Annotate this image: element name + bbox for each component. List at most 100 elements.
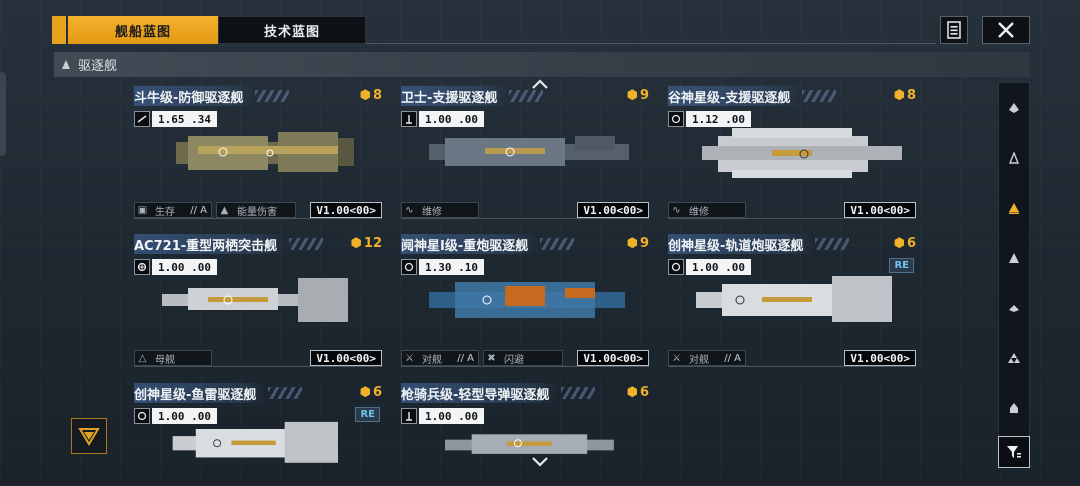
version-badge: V1.00<00> — [844, 350, 916, 366]
cruiser-class-icon — [1009, 253, 1019, 263]
ship-cost: ⬢ 8 — [894, 88, 916, 103]
filter-special[interactable] — [999, 393, 1029, 423]
cost-value: 6 — [639, 385, 649, 400]
ship-name-text: 创神星级-鱼雷驱逐舰 — [134, 387, 257, 403]
ship-name-text: 斗牛级-防御驱逐舰 — [134, 90, 244, 106]
ship-footer: ⚔ 对舰 // A V1.00<00> — [668, 350, 916, 368]
tab-accent — [52, 16, 66, 44]
tag-label: 对舰 — [689, 354, 709, 366]
carrier-class-icon — [1009, 103, 1019, 113]
cost-icon: ⬢ — [626, 385, 638, 400]
tab-tech-blueprints[interactable]: 技术蓝图 — [218, 16, 366, 44]
anti-ship-icon: ⚔ — [405, 352, 414, 364]
role-tag: ∿ 维修 — [668, 202, 746, 218]
ship-name-text: 谷神星级-支援驱逐舰 — [668, 90, 791, 106]
cost-value: 6 — [906, 236, 916, 251]
ship-image — [429, 136, 629, 166]
ship-name-text: 枪骑兵级-轻型导弹驱逐舰 — [401, 387, 550, 403]
frigate-class-icon — [1008, 152, 1020, 164]
ship-cost: ⬢ 8 — [360, 88, 382, 103]
filter-carrier[interactable] — [999, 93, 1029, 123]
version-badge: V1.00<00> — [577, 350, 649, 366]
ship-footer: △ 母舰 V1.00<00> — [134, 350, 382, 368]
fleet-emblem-icon — [78, 428, 100, 446]
tag-label: 母舰 — [155, 354, 175, 366]
role-tag: ⚔ 对舰 // A — [401, 350, 479, 366]
ship-card[interactable]: 创神星级-鱼雷驱逐舰 ⬢ 6 1.00 .00 RE — [134, 383, 382, 483]
ship-image — [172, 421, 338, 463]
tag-label: 维修 — [689, 206, 709, 218]
scale-line — [401, 218, 649, 219]
close-button[interactable] — [982, 16, 1030, 44]
cost-icon: ⬢ — [893, 88, 905, 103]
ship-name-text: 阋神星I级-重炮驱逐舰 — [401, 238, 529, 254]
version-badge: V1.00<00> — [844, 202, 916, 218]
ship-cost: ⬢ 9 — [627, 236, 649, 251]
list-button[interactable] — [940, 16, 968, 44]
ship-card[interactable]: 谷神星级-支援驱逐舰 ⬢ 8 1.12 .00 ∿ 维修 V1.00<00> — [668, 86, 916, 226]
ship-card[interactable]: 卫士-支援驱逐舰 ⬢ 9 1.00 .00 ∿ 维修 V1.00<00> — [401, 86, 649, 226]
ship-image — [445, 434, 614, 454]
ship-footer: ▣ 生存 // A ▲ 能量伤害 V1.00<00> — [134, 202, 382, 220]
ship-image — [702, 128, 902, 178]
role-tag: ✖ 闪避 — [483, 350, 563, 366]
ship-footer: ∿ 维修 V1.00<00> — [668, 202, 916, 220]
ship-cost: ⬢ 6 — [894, 236, 916, 251]
ship-card[interactable]: 阋神星I级-重炮驱逐舰 ⬢ 9 1.30 .10 ⚔ 对舰// A ✖ 闪避 V1.0… — [401, 234, 649, 374]
ship-footer: ∿ 维修 V1.00<00> — [401, 202, 649, 220]
ship-cost: ⬢ 6 — [360, 385, 382, 400]
ship-name-text: 卫士-支援驱逐舰 — [401, 90, 498, 106]
role-tag: ▲ 能量伤害 — [216, 202, 296, 218]
section-title: 驱逐舰 — [78, 59, 118, 74]
cost-value: 9 — [639, 236, 649, 251]
cost-icon: ⬢ — [350, 236, 362, 251]
ship-card[interactable]: 枪骑兵级-轻型导弹驱逐舰 ⬢ 6 1.00 .00 — [401, 383, 649, 483]
tab-ship-blueprints[interactable]: 舰船蓝图 — [68, 16, 218, 44]
cost-icon: ⬢ — [626, 236, 638, 251]
ship-footer: ⚔ 对舰 // A ✖ 闪避 V1.00<00> — [401, 350, 649, 368]
special-class-icon — [1010, 403, 1018, 413]
ship-card[interactable]: 斗牛级-防御驱逐舰 ⬢ 8 1.65 .34 ▣ 生存// A ▲ 能量伤害 V1.0… — [134, 86, 382, 226]
ship-image — [696, 276, 892, 322]
filter-frigate[interactable] — [999, 143, 1029, 173]
filter-cruiser[interactable] — [999, 243, 1029, 273]
version-badge: V1.00<00> — [577, 202, 649, 218]
tag-label: 维修 — [422, 206, 442, 218]
list-icon — [947, 21, 961, 39]
tag-label: 对舰 — [422, 354, 442, 366]
role-tag: △ 母舰 — [134, 350, 212, 366]
class-filter-bar — [998, 82, 1030, 442]
cost-icon: ⬢ — [893, 236, 905, 251]
tag-label: 生存 — [155, 206, 175, 218]
cost-icon: ⬢ — [359, 385, 371, 400]
cost-value: 8 — [372, 88, 382, 103]
ship-cost: ⬢ 6 — [627, 385, 649, 400]
scale-line — [134, 366, 382, 367]
ship-name: 谷神星级-支援驱逐舰 — [668, 86, 837, 106]
anti-ship-icon: ⚔ — [672, 352, 681, 364]
version-badge: V1.00<00> — [310, 350, 382, 366]
cost-value: 6 — [372, 385, 382, 400]
battlecruiser-class-icon — [1009, 305, 1019, 312]
fleet-logo[interactable] — [71, 418, 107, 454]
ship-card[interactable]: 创神星级-轨道炮驱逐舰 ⬢ 6 1.00 .00 RE ⚔ 对舰// A V1.00… — [668, 234, 916, 374]
scale-line — [668, 218, 916, 219]
filter-destroyer[interactable] — [999, 193, 1029, 223]
role-tag: ∿ 维修 — [401, 202, 479, 218]
ship-cost: ⬢ 12 — [351, 236, 382, 251]
ship-image — [429, 282, 625, 318]
filter-button[interactable] — [998, 436, 1030, 468]
ship-card[interactable]: AC721-重型两栖突击舰 ⬢ 12 1.00 .00 △ 母舰 V1.00<00> — [134, 234, 382, 374]
tag-grade: // A — [190, 204, 207, 216]
filter-auxiliary[interactable] — [999, 343, 1029, 373]
left-edge-handle[interactable] — [0, 72, 6, 156]
divider — [366, 43, 936, 44]
ship-name: 卫士-支援驱逐舰 — [401, 86, 544, 106]
ship-name: 枪骑兵级-轻型导弹驱逐舰 — [401, 383, 596, 403]
role-tag: ⚔ 对舰 // A — [668, 350, 746, 366]
section-header: 驱逐舰 — [54, 52, 1030, 77]
cost-value: 12 — [363, 236, 382, 251]
role-tag: ▣ 生存 // A — [134, 202, 212, 218]
filter-battlecruiser[interactable] — [999, 293, 1029, 323]
ship-cost: ⬢ 9 — [627, 88, 649, 103]
